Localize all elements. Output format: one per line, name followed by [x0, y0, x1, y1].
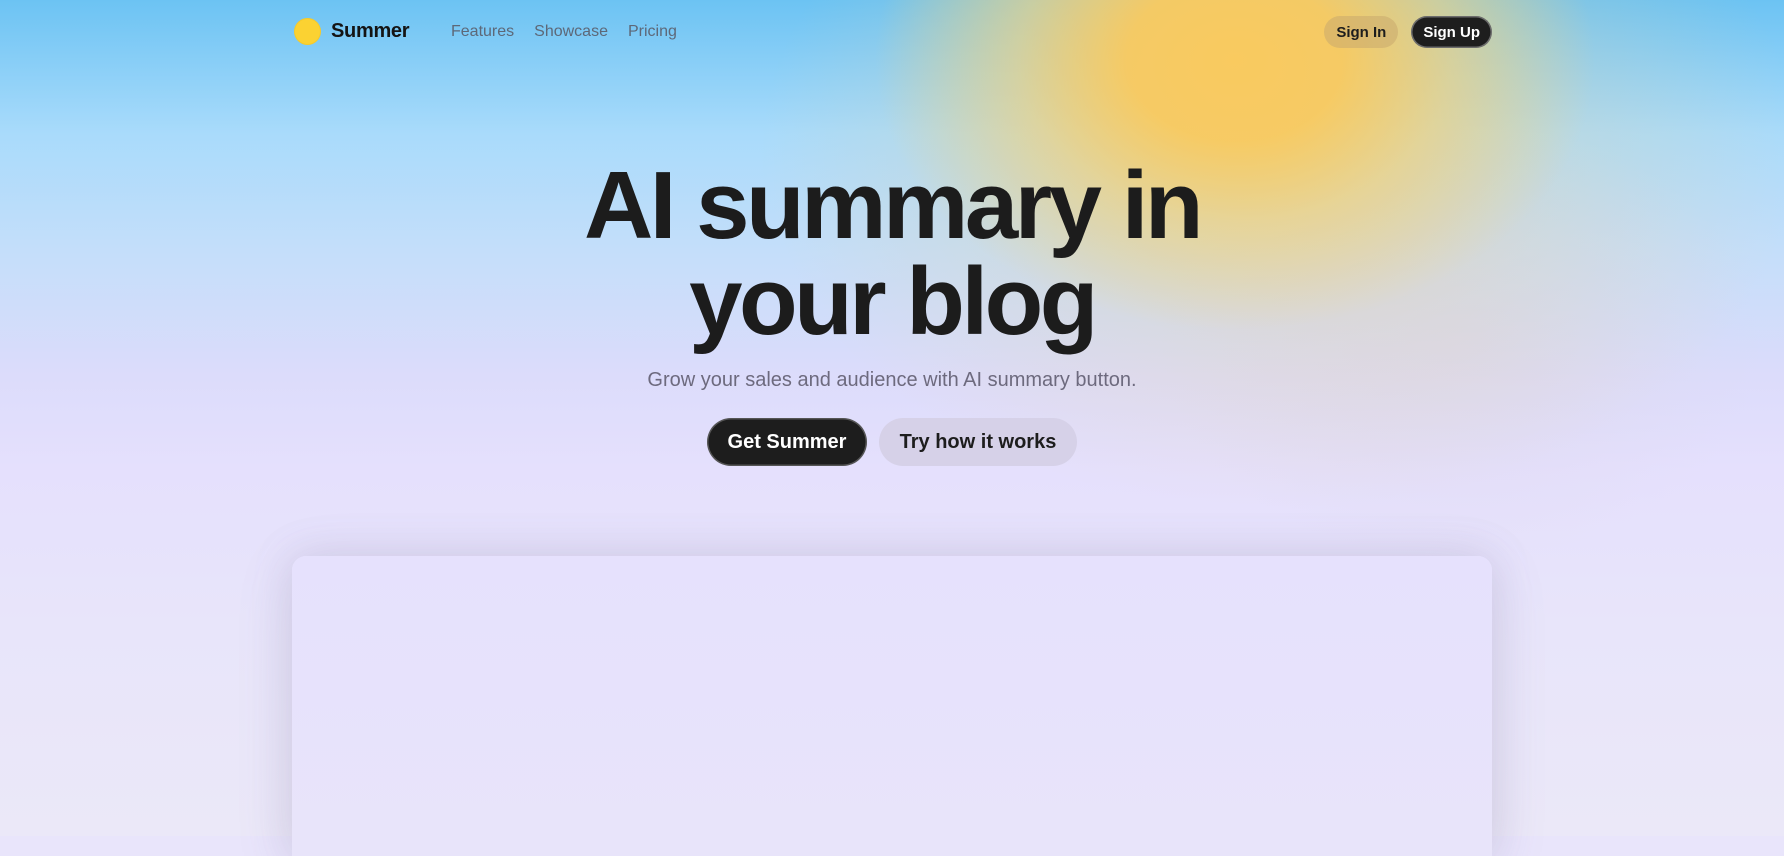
top-navigation: Summer Features Showcase Pricing Sign In…: [292, 16, 1492, 48]
hero-subtitle: Grow your sales and audience with AI sum…: [647, 369, 1137, 391]
sun-dot-icon: [294, 18, 321, 45]
auth-buttons: Sign In Sign Up: [1324, 16, 1492, 48]
nav-links: Features Showcase Pricing: [451, 23, 677, 41]
product-preview-card: [292, 556, 1492, 856]
hero-actions: Get Summer Try how it works: [707, 418, 1077, 466]
hero-title-line-1: AI summary in: [583, 152, 1204, 259]
hero-title: AI summary in your blog: [0, 158, 1784, 350]
get-summer-button[interactable]: Get Summer: [707, 418, 867, 466]
nav-link-showcase[interactable]: Showcase: [534, 23, 608, 41]
brand-name: Summer: [331, 20, 410, 42]
nav-link-features[interactable]: Features: [451, 23, 514, 41]
sign-up-button[interactable]: Sign Up: [1411, 16, 1492, 48]
hero-title-line-2: your blog: [689, 248, 1098, 355]
nav-link-pricing[interactable]: Pricing: [628, 23, 677, 41]
try-how-it-works-button[interactable]: Try how it works: [879, 418, 1077, 466]
sign-in-button[interactable]: Sign In: [1324, 16, 1399, 48]
brand-logo[interactable]: Summer: [294, 18, 410, 45]
